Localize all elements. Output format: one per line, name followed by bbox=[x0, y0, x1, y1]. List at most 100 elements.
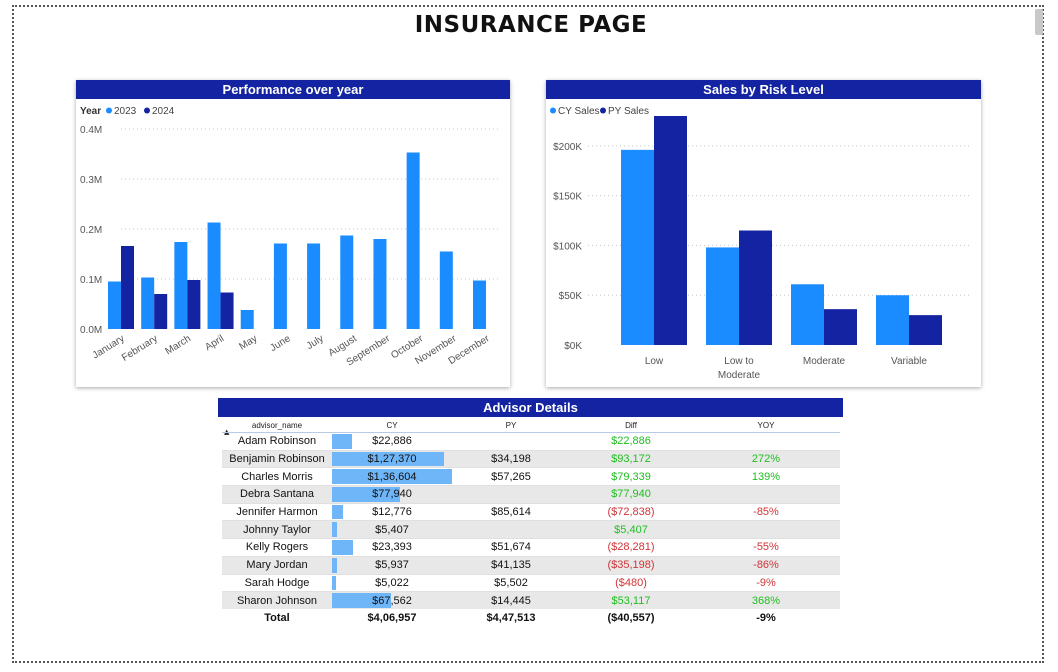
table-row[interactable]: Debra Santana $77,940 $77,940 bbox=[222, 485, 840, 504]
table-row[interactable]: Mary Jordan $5,937 $41,135 ($35,198) -86% bbox=[222, 556, 840, 574]
cy-value: $5,022 bbox=[375, 576, 409, 589]
legend-entry: 2023 bbox=[114, 106, 137, 117]
table-row[interactable]: Adam Robinson $22,886 $22,886 bbox=[222, 432, 840, 451]
py-cell: $41,135 bbox=[452, 556, 570, 574]
performance-chart: Year 2023 20240.0M0.1M0.2M0.3M0.4MJanuaryF… bbox=[80, 106, 501, 368]
bar bbox=[141, 277, 155, 329]
column-header-yoy[interactable]: YOY bbox=[692, 418, 840, 433]
bar bbox=[909, 315, 942, 345]
y-tick-label: $200K bbox=[553, 142, 582, 153]
y-tick-label: $150K bbox=[553, 192, 582, 203]
diff-cell: $5,407 bbox=[570, 520, 692, 539]
advisor-name-cell: Debra Santana bbox=[222, 485, 332, 504]
legend-entry: PY Sales bbox=[608, 106, 649, 117]
advisor-name-cell: Kelly Rogers bbox=[245, 541, 309, 554]
bar bbox=[240, 310, 254, 329]
bar bbox=[406, 152, 420, 329]
column-header-cy[interactable]: CY bbox=[332, 418, 452, 433]
bar bbox=[108, 281, 121, 329]
yoy-cell: 368% bbox=[692, 591, 840, 609]
bar bbox=[439, 251, 453, 329]
y-tick-label: 0.2M bbox=[80, 225, 102, 236]
cy-value: $22,886 bbox=[372, 435, 412, 448]
advisor-name-cell: Sarah Hodge bbox=[244, 576, 310, 589]
column-header-py[interactable]: PY bbox=[452, 418, 570, 433]
legend-marker bbox=[144, 107, 150, 114]
table-row[interactable]: Sharon Johnson $67,562 $14,445 $53,117 368% bbox=[222, 591, 840, 609]
advisor-table: advisor_name CY PY Diff YOY Adam Robinso… bbox=[222, 418, 840, 627]
total-diff: ($40,557) bbox=[607, 611, 655, 624]
table-row[interactable]: Benjamin Robinson $1,27,370 $34,198 $93,172… bbox=[222, 450, 840, 468]
yoy-cell: 272% bbox=[692, 450, 840, 468]
bar bbox=[121, 246, 134, 329]
x-tick-label: Moderate bbox=[718, 370, 761, 381]
total-py: $4,47,513 bbox=[486, 611, 536, 624]
column-header-diff[interactable]: Diff bbox=[570, 418, 692, 433]
x-tick-label: April bbox=[203, 333, 226, 353]
cy-cell: $67,562 bbox=[332, 591, 452, 609]
y-tick-label: 0.4M bbox=[80, 125, 102, 136]
bar bbox=[373, 239, 387, 329]
legend-title: Year bbox=[80, 106, 101, 117]
advisor-name-cell: Jennifer Harmon bbox=[236, 506, 318, 519]
table-row[interactable]: Johnny Taylor $5,407 $5,407 bbox=[222, 520, 840, 539]
diff-cell: ($72,838) bbox=[607, 506, 655, 519]
bar bbox=[824, 309, 857, 345]
risk-chart-card[interactable]: Sales by Risk Level CY Sales PY Sales $0K $… bbox=[546, 80, 981, 387]
yoy-cell: -86% bbox=[692, 556, 840, 574]
column-header-advisor-name[interactable]: advisor_name bbox=[222, 418, 332, 433]
diff-cell: $93,172 bbox=[570, 450, 692, 468]
bar bbox=[207, 222, 221, 329]
advisor-name-cell: Mary Jordan bbox=[222, 556, 332, 574]
table-row[interactable]: Charles Morris $1,36,604 $57,265 $79,339 139… bbox=[222, 467, 840, 486]
advisor-name-cell: Charles Morris bbox=[241, 470, 313, 483]
bar bbox=[307, 243, 321, 329]
cy-cell: $5,407 bbox=[332, 520, 452, 539]
bar bbox=[340, 235, 354, 329]
cy-cell: $1,27,370 bbox=[332, 450, 452, 468]
cy-value: $12,776 bbox=[372, 506, 412, 519]
bar bbox=[876, 295, 909, 345]
cy-cell: $23,393 bbox=[332, 539, 452, 557]
table-row[interactable]: Jennifer Harmon $12,776 $85,614 ($72,838) -8… bbox=[222, 503, 840, 521]
diff-cell: ($480) bbox=[615, 576, 647, 589]
y-tick-label: 0.0M bbox=[80, 325, 102, 336]
y-tick-label: 0.3M bbox=[80, 175, 102, 186]
diff-cell: ($35,198) bbox=[570, 556, 692, 574]
py-cell: $57,265 bbox=[491, 470, 531, 483]
advisor-details-table-card[interactable]: Advisor Details ▲ advisor_name CY PY Dif… bbox=[218, 398, 844, 624]
py-cell: $51,674 bbox=[491, 541, 531, 554]
yoy-cell: -85% bbox=[753, 506, 779, 519]
advisor-table-title: Advisor Details bbox=[218, 398, 843, 417]
y-tick-label: $0K bbox=[564, 341, 582, 352]
bar bbox=[621, 149, 654, 345]
bar bbox=[473, 280, 486, 329]
table-row[interactable]: Kelly Rogers $23,393 $51,674 ($28,281) -55% bbox=[222, 538, 840, 557]
cy-cell: $5,022 bbox=[332, 574, 452, 592]
cy-value: $23,393 bbox=[372, 541, 412, 554]
bar bbox=[220, 292, 234, 329]
x-tick-label: Low bbox=[645, 356, 664, 367]
table-header-row: advisor_name CY PY Diff YOY bbox=[222, 418, 840, 433]
yoy-cell: 139% bbox=[751, 470, 781, 483]
diff-cell: $77,940 bbox=[570, 485, 692, 504]
yoy-cell: -55% bbox=[753, 541, 779, 554]
x-tick-label: Low to bbox=[724, 356, 754, 367]
risk-chart: CY Sales PY Sales $0K $50K $100K $150K $200K Lo… bbox=[550, 106, 971, 381]
legend-marker bbox=[550, 107, 556, 114]
advisor-name-cell: Sharon Johnson bbox=[222, 591, 332, 609]
x-tick-label: May bbox=[237, 333, 259, 352]
cy-value: $5,937 bbox=[375, 559, 409, 572]
performance-chart-card[interactable]: Performance over year Year 2023 2024 0.0M 0.… bbox=[76, 80, 510, 387]
legend-marker bbox=[600, 107, 606, 114]
table-row[interactable]: Sarah Hodge $5,022 $5,502 ($480) -9% bbox=[222, 574, 840, 592]
cy-value: $67,562 bbox=[372, 594, 412, 607]
total-yoy: -9% bbox=[756, 611, 776, 624]
x-tick-label: Moderate bbox=[803, 356, 846, 367]
cy-value: $5,407 bbox=[375, 523, 409, 536]
yoy-cell bbox=[692, 485, 840, 504]
cy-value: $77,940 bbox=[372, 488, 412, 501]
cy-cell: $22,886 bbox=[332, 433, 452, 451]
yoy-cell bbox=[692, 433, 840, 451]
cy-value: $1,36,604 bbox=[367, 470, 417, 483]
